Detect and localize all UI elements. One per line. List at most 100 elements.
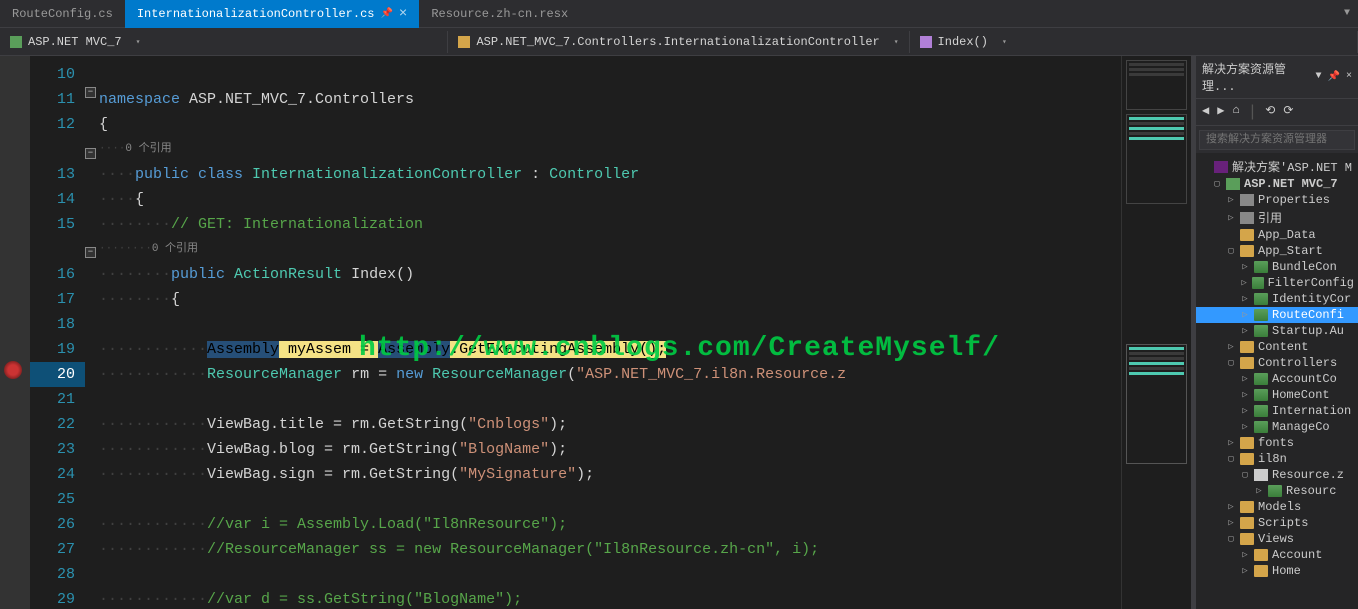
solution-search [1196,126,1358,153]
chevron-down-icon: ▾ [136,37,141,47]
tree-item-label: Resourc [1286,484,1336,498]
expand-icon[interactable]: ▢ [1226,534,1236,544]
tree-item-label: AccountCo [1272,372,1337,386]
tree-item[interactable]: ▢ il8n [1196,451,1358,467]
expand-icon[interactable]: ▷ [1226,342,1236,352]
tree-item[interactable]: ▷RouteConfi [1196,307,1358,323]
cs-icon [1254,293,1268,305]
expand-icon[interactable]: ▢ [1212,179,1222,189]
folder-icon [1254,565,1268,577]
expand-icon[interactable]: ▷ [1240,390,1250,400]
fold-toggle[interactable]: − [85,247,96,258]
tree-item[interactable]: ▷Content [1196,339,1358,355]
tree-item[interactable]: ▢App_Start [1196,243,1358,259]
folder-icon [1240,533,1254,545]
tree-item[interactable]: ▷Scripts [1196,515,1358,531]
expand-icon[interactable]: ▷ [1240,422,1250,432]
breadcrumb-method[interactable]: Index()▾ [910,31,1358,53]
tab-internationalization[interactable]: InternationalizationController.cs📌× [125,0,420,28]
tree-item[interactable]: ▷ Resourc [1196,483,1358,499]
tree-item[interactable]: ▷HomeCont [1196,387,1358,403]
expand-icon[interactable]: ▷ [1226,518,1236,528]
line-numbers: 1011121314151617181920212223242526272829… [30,56,85,609]
tree-item[interactable]: ▷Home [1196,563,1358,579]
tree-item[interactable]: ▢Views [1196,531,1358,547]
fold-toggle[interactable]: − [85,87,96,98]
expand-icon[interactable]: ▷ [1240,566,1250,576]
tab-overflow-icon[interactable]: ▼ [1336,8,1358,19]
tree-item[interactable]: ▷ BundleCon [1196,259,1358,275]
code-content[interactable]: namespace ASP.NET_MVC_7.Controllers { ··… [99,56,1121,609]
expand-icon[interactable]: ▷ [1226,438,1236,448]
expand-icon[interactable]: ▷ [1240,326,1250,336]
cs-icon [1254,421,1268,433]
tree-item[interactable]: ▷Properties [1196,192,1358,208]
tree-item[interactable]: App_Data [1196,227,1358,243]
close-icon[interactable]: × [399,6,407,22]
project-icon [10,36,22,48]
folder-icon [1240,453,1254,465]
tree-item-label: il8n [1258,452,1287,466]
tree-item-label: 引用 [1258,209,1282,226]
expand-icon[interactable]: ▷ [1240,262,1250,272]
minimap[interactable] [1121,56,1191,609]
tree-item[interactable]: ▷ Models [1196,499,1358,515]
tree-item[interactable]: ▷ AccountCo [1196,371,1358,387]
tree-item[interactable]: ▷FilterConfig [1196,275,1358,291]
expand-icon[interactable]: ▢ [1226,454,1236,464]
expand-icon[interactable]: ▷ [1226,195,1236,205]
code-editor[interactable]: 1011121314151617181920212223242526272829… [0,56,1191,609]
pin-icon[interactable]: 📌 [1328,71,1340,83]
tree-item[interactable]: ▷Internation [1196,403,1358,419]
tree-item[interactable]: 解决方案'ASP.NET M [1196,157,1358,176]
back-icon[interactable]: ◀ [1202,103,1209,121]
home-icon[interactable]: ⌂ [1232,103,1239,121]
close-icon[interactable]: × [1346,71,1352,83]
breadcrumb-project[interactable]: ASP.NET MVC_7▾ [0,31,448,53]
sync-icon[interactable]: ⟲ [1265,103,1275,121]
folder-icon [1240,245,1254,257]
expand-icon[interactable]: ▷ [1240,294,1250,304]
tree-item[interactable]: ▷ fonts [1196,435,1358,451]
expand-icon[interactable]: ▷ [1226,502,1236,512]
expand-icon[interactable]: ▢ [1226,246,1236,256]
search-input[interactable] [1199,130,1355,150]
tree-item-label: Startup.Au [1272,324,1344,338]
solution-explorer: 解决方案资源管理... ▼ 📌 × ◀ ▶ ⌂ | ⟲ ⟳ 解决方案'ASP.N… [1196,56,1358,609]
tree-item[interactable]: ▷IdentityCor [1196,291,1358,307]
solution-tree[interactable]: 解决方案'ASP.NET M▢ASP.NET MVC_7▷Properties▷… [1196,153,1358,609]
expand-icon[interactable]: ▷ [1240,310,1250,320]
tree-item-label: Account [1272,548,1322,562]
tree-item-label: fonts [1258,436,1294,450]
tab-resource[interactable]: Resource.zh-cn.resx [419,0,580,28]
tree-item[interactable]: ▷ Startup.Au [1196,323,1358,339]
expand-icon[interactable]: ▷ [1240,278,1248,288]
tree-item[interactable]: ▢Resource.z [1196,467,1358,483]
forward-icon[interactable]: ▶ [1217,103,1224,121]
tree-item[interactable]: ▷ 引用 [1196,208,1358,227]
tree-item[interactable]: ▢Controllers [1196,355,1358,371]
breadcrumb-class[interactable]: ASP.NET_MVC_7.Controllers.Internationali… [448,31,909,53]
tree-item[interactable]: ▷ManageCo [1196,419,1358,435]
pin-icon[interactable]: 📌 [380,8,392,20]
fold-toggle[interactable]: − [85,148,96,159]
expand-icon[interactable]: ▢ [1226,358,1236,368]
tree-item-label: BundleCon [1272,260,1337,274]
tree-item[interactable]: ▷ Account [1196,547,1358,563]
expand-icon[interactable]: ▷ [1254,486,1264,496]
expand-icon[interactable]: ▷ [1240,406,1250,416]
expand-icon[interactable]: ▷ [1240,374,1250,384]
tree-item-label: Models [1258,500,1301,514]
cs-icon [1254,389,1268,401]
dropdown-icon[interactable]: ▼ [1316,71,1322,83]
breakpoint-gutter[interactable] [0,56,30,609]
cs-icon [1254,373,1268,385]
tab-routeconfig[interactable]: RouteConfig.cs [0,0,125,28]
expand-icon[interactable]: ▷ [1226,213,1236,223]
breakpoint-marker[interactable] [4,361,22,379]
refresh-icon[interactable]: ⟳ [1283,103,1293,121]
expand-icon[interactable]: ▷ [1240,550,1250,560]
expand-icon[interactable]: ▢ [1240,470,1250,480]
tree-item[interactable]: ▢ASP.NET MVC_7 [1196,176,1358,192]
panel-title: 解决方案资源管理... ▼ 📌 × [1196,56,1358,99]
